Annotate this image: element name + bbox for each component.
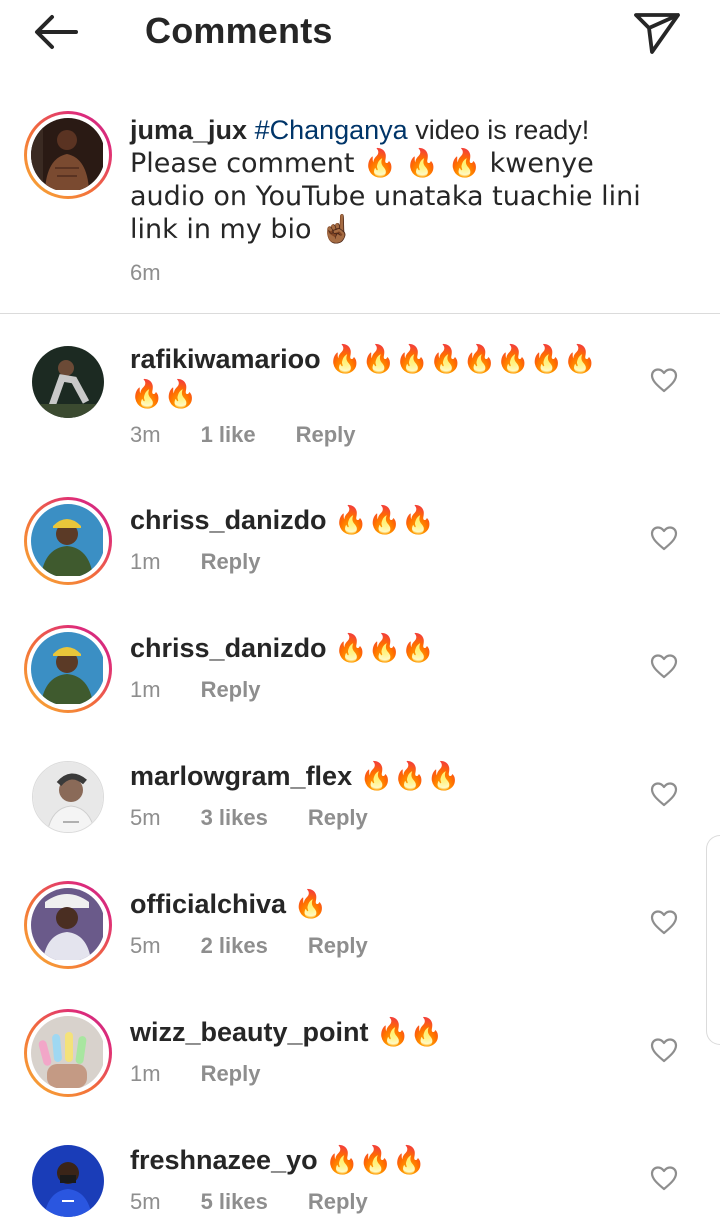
post-caption: juma_jux #Changanya video is ready! Plea…	[0, 100, 720, 314]
comment-text: wizz_beauty_point 🔥🔥	[130, 1015, 610, 1050]
caption-text-part1: video is ready!	[407, 115, 590, 145]
caption-hashtag[interactable]: #Changanya	[255, 115, 408, 145]
reply-button[interactable]: Reply	[201, 1061, 261, 1087]
comment-username[interactable]: wizz_beauty_point	[130, 1017, 369, 1047]
comment-time: 5m	[130, 1189, 161, 1214]
comment-text: chriss_danizdo 🔥🔥🔥	[130, 503, 610, 538]
comment-time: 1m	[130, 549, 161, 574]
avatar[interactable]	[32, 346, 104, 418]
comment-meta: 3m 1 like Reply	[130, 422, 356, 448]
avatar[interactable]	[24, 881, 112, 969]
comment-username[interactable]: chriss_danizdo	[130, 505, 327, 535]
heart-icon[interactable]	[650, 653, 678, 679]
top-bar: Comments	[0, 0, 720, 64]
comment-likes[interactable]: 5 likes	[201, 1189, 268, 1215]
avatar[interactable]	[32, 1145, 104, 1217]
reply-button[interactable]: Reply	[308, 933, 368, 959]
comment-meta: 1m Reply	[130, 549, 260, 575]
comment-likes[interactable]: 2 likes	[201, 933, 268, 959]
back-arrow-icon[interactable]	[30, 10, 82, 54]
comment-meta: 5m 5 likes Reply	[130, 1189, 368, 1215]
heart-icon[interactable]	[650, 525, 678, 551]
caption-text-part2: Please comment 🔥 🔥 🔥 kwenye audio on You…	[130, 148, 641, 245]
comment-body: 🔥	[293, 889, 328, 920]
scroll-handle[interactable]	[706, 835, 720, 1045]
comment-likes[interactable]: 1 like	[201, 422, 256, 448]
reply-button[interactable]: Reply	[296, 422, 356, 448]
reply-button[interactable]: Reply	[308, 1189, 368, 1215]
avatar[interactable]	[32, 761, 104, 833]
avatar[interactable]	[24, 497, 112, 585]
comment-text: freshnazee_yo 🔥🔥🔥	[130, 1143, 610, 1178]
caption-text: juma_jux #Changanya video is ready! Plea…	[130, 114, 670, 246]
comment-body: 🔥🔥🔥	[325, 1145, 426, 1176]
heart-icon[interactable]	[650, 781, 678, 807]
comment-body: 🔥🔥🔥	[334, 633, 435, 664]
reply-button[interactable]: Reply	[308, 805, 368, 831]
comment-username[interactable]: freshnazee_yo	[130, 1145, 318, 1175]
comment-username[interactable]: rafikiwamarioo	[130, 344, 321, 374]
comment-text: chriss_danizdo 🔥🔥🔥	[130, 631, 610, 666]
comment-meta: 1m Reply	[130, 677, 260, 703]
heart-icon[interactable]	[650, 1165, 678, 1191]
comment-meta: 5m 3 likes Reply	[130, 805, 368, 831]
comment-text: officialchiva 🔥	[130, 887, 610, 922]
comment-time: 3m	[130, 422, 161, 447]
comment-time: 1m	[130, 1061, 161, 1086]
comment-body: 🔥🔥	[376, 1017, 444, 1048]
comment-body: 🔥🔥🔥	[334, 505, 435, 536]
comment-body: 🔥🔥🔥	[359, 761, 461, 792]
comment-username[interactable]: officialchiva	[130, 889, 286, 919]
heart-icon[interactable]	[650, 909, 678, 935]
comment-time: 5m	[130, 805, 161, 830]
direct-share-icon[interactable]	[628, 8, 684, 56]
comment-username[interactable]: marlowgram_flex	[130, 761, 352, 791]
comment-text: marlowgram_flex 🔥🔥🔥	[130, 759, 610, 794]
reply-button[interactable]: Reply	[201, 677, 261, 703]
comment-text: rafikiwamarioo 🔥🔥🔥🔥🔥🔥🔥🔥🔥🔥	[130, 342, 610, 412]
comment-likes[interactable]: 3 likes	[201, 805, 268, 831]
comment-meta: 5m 2 likes Reply	[130, 933, 368, 959]
reply-button[interactable]: Reply	[201, 549, 261, 575]
comment-username[interactable]: chriss_danizdo	[130, 633, 327, 663]
heart-icon[interactable]	[650, 367, 678, 393]
heart-icon[interactable]	[650, 1037, 678, 1063]
caption-time: 6m	[130, 260, 161, 285]
avatar[interactable]	[24, 625, 112, 713]
comment-time: 1m	[130, 677, 161, 702]
caption-username[interactable]: juma_jux	[130, 115, 247, 145]
page-title: Comments	[145, 10, 333, 51]
avatar[interactable]	[24, 1009, 112, 1097]
comment-meta: 1m Reply	[130, 1061, 260, 1087]
comment-time: 5m	[130, 933, 161, 958]
avatar[interactable]	[24, 111, 112, 199]
